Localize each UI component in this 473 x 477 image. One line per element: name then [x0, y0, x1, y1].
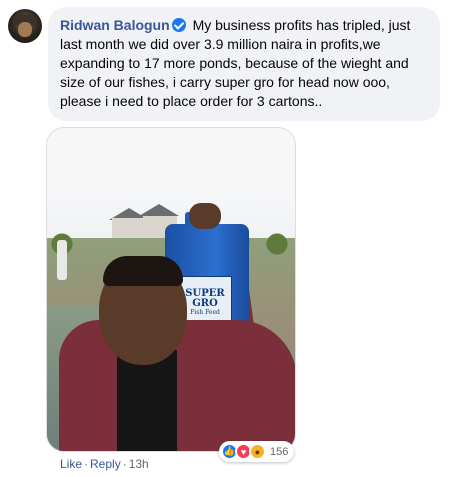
verified-badge-icon: [171, 18, 186, 32]
reactions-summary[interactable]: 👍 ♥ ● 156: [219, 441, 295, 462]
comment-bubble: Ridwan Balogun My business profits has t…: [48, 7, 440, 121]
avatar[interactable]: [8, 9, 42, 43]
reaction-count: 156: [270, 445, 289, 458]
comment-photo[interactable]: SUPER GRO Fish Feed: [46, 127, 296, 452]
man-hair: [103, 256, 183, 286]
house-roof: [139, 204, 179, 216]
like-button[interactable]: Like: [60, 457, 82, 471]
reply-button[interactable]: Reply: [90, 457, 121, 471]
separator: ·: [84, 457, 89, 471]
avatar-face: [18, 22, 32, 37]
comment-author[interactable]: Ridwan Balogun: [60, 17, 170, 33]
product-label-text: SUPER GRO: [185, 288, 225, 309]
background-person: [57, 240, 67, 280]
timestamp[interactable]: 13h: [129, 457, 149, 471]
hand: [189, 203, 221, 229]
wow-icon: ●: [249, 443, 266, 460]
black-scarf: [117, 350, 177, 451]
separator: ·: [122, 457, 127, 471]
comment-actions: Like · Reply · 13h: [60, 457, 149, 471]
photo-scene: SUPER GRO Fish Feed: [47, 190, 295, 451]
